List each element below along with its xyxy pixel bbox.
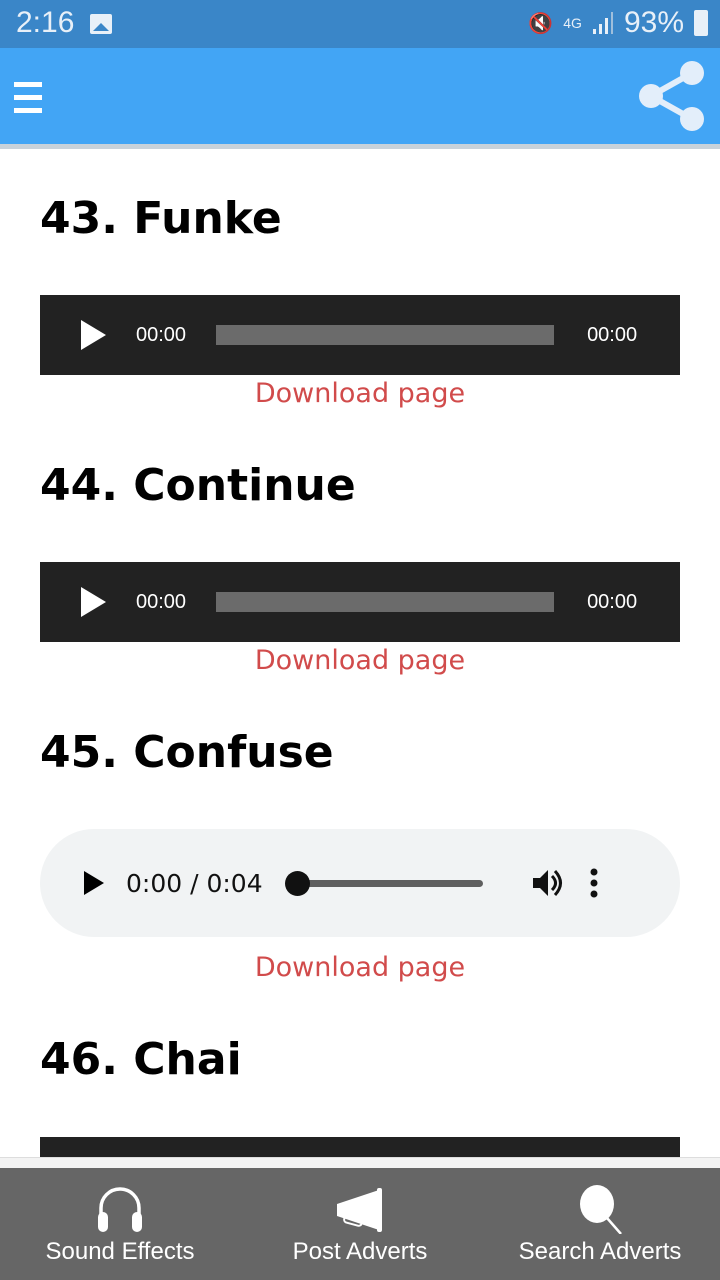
status-time: 2:16 bbox=[16, 6, 75, 39]
download-link[interactable]: Download page bbox=[0, 952, 720, 983]
status-indicators: 🔇 4G 93% bbox=[528, 6, 708, 40]
item-title: 43. Funke bbox=[40, 193, 282, 244]
time-display: 0:00 / 0:04 bbox=[126, 868, 263, 898]
battery-icon bbox=[694, 10, 708, 36]
seek-bar[interactable] bbox=[216, 592, 555, 612]
more-options-icon[interactable] bbox=[579, 866, 609, 900]
seek-bar[interactable] bbox=[216, 325, 555, 345]
4g-data-icon: 4G bbox=[563, 15, 582, 31]
nav-label: Search Adverts bbox=[518, 1238, 682, 1265]
nav-sound-effects[interactable]: Sound Effects bbox=[0, 1168, 240, 1280]
item-title: 44. Continue bbox=[40, 460, 356, 511]
duration: 00:00 bbox=[587, 590, 638, 613]
seek-bar[interactable] bbox=[284, 870, 483, 896]
nav-search-adverts[interactable]: Search Adverts bbox=[480, 1168, 720, 1280]
current-time: 00:00 bbox=[136, 590, 187, 613]
signal-icon bbox=[592, 12, 613, 34]
audio-player bbox=[40, 1137, 680, 1159]
seek-thumb[interactable] bbox=[284, 870, 310, 896]
battery-percent: 93% bbox=[623, 6, 684, 39]
play-button[interactable] bbox=[84, 871, 104, 895]
megaphone-icon bbox=[337, 1188, 382, 1232]
play-button[interactable] bbox=[81, 320, 106, 350]
download-link[interactable]: Download page bbox=[0, 378, 720, 409]
volume-icon[interactable] bbox=[531, 866, 565, 900]
status-bar: 2:16 🔇 4G 93% bbox=[0, 0, 720, 48]
duration: 00:00 bbox=[587, 323, 638, 346]
search-icon bbox=[580, 1185, 622, 1234]
audio-player-native: 0:00 / 0:04 bbox=[40, 829, 680, 937]
app-bar bbox=[0, 48, 720, 144]
download-link[interactable]: Download page bbox=[0, 645, 720, 676]
bottom-nav: Sound Effects Post Adverts Search Advert… bbox=[0, 1168, 720, 1280]
item-title: 45. Confuse bbox=[40, 727, 334, 778]
headphones-icon bbox=[98, 1187, 142, 1232]
audio-player: 00:00 00:00 bbox=[40, 295, 680, 375]
share-icon[interactable] bbox=[636, 60, 706, 132]
hamburger-menu-icon[interactable] bbox=[14, 82, 42, 113]
nav-label: Sound Effects bbox=[45, 1238, 195, 1265]
current-time: 00:00 bbox=[136, 323, 187, 346]
play-button[interactable] bbox=[81, 587, 106, 617]
vibrate-mute-icon: 🔇 bbox=[528, 12, 554, 35]
nav-label: Post Adverts bbox=[292, 1238, 428, 1265]
bottom-separator bbox=[0, 1157, 720, 1168]
image-icon bbox=[90, 14, 112, 34]
item-title: 46. Chai bbox=[40, 1034, 242, 1085]
audio-player: 00:00 00:00 bbox=[40, 562, 680, 642]
nav-post-adverts[interactable]: Post Adverts bbox=[240, 1168, 480, 1280]
sound-list: 43. Funke 00:00 00:00 Download page 44. … bbox=[0, 149, 720, 1159]
